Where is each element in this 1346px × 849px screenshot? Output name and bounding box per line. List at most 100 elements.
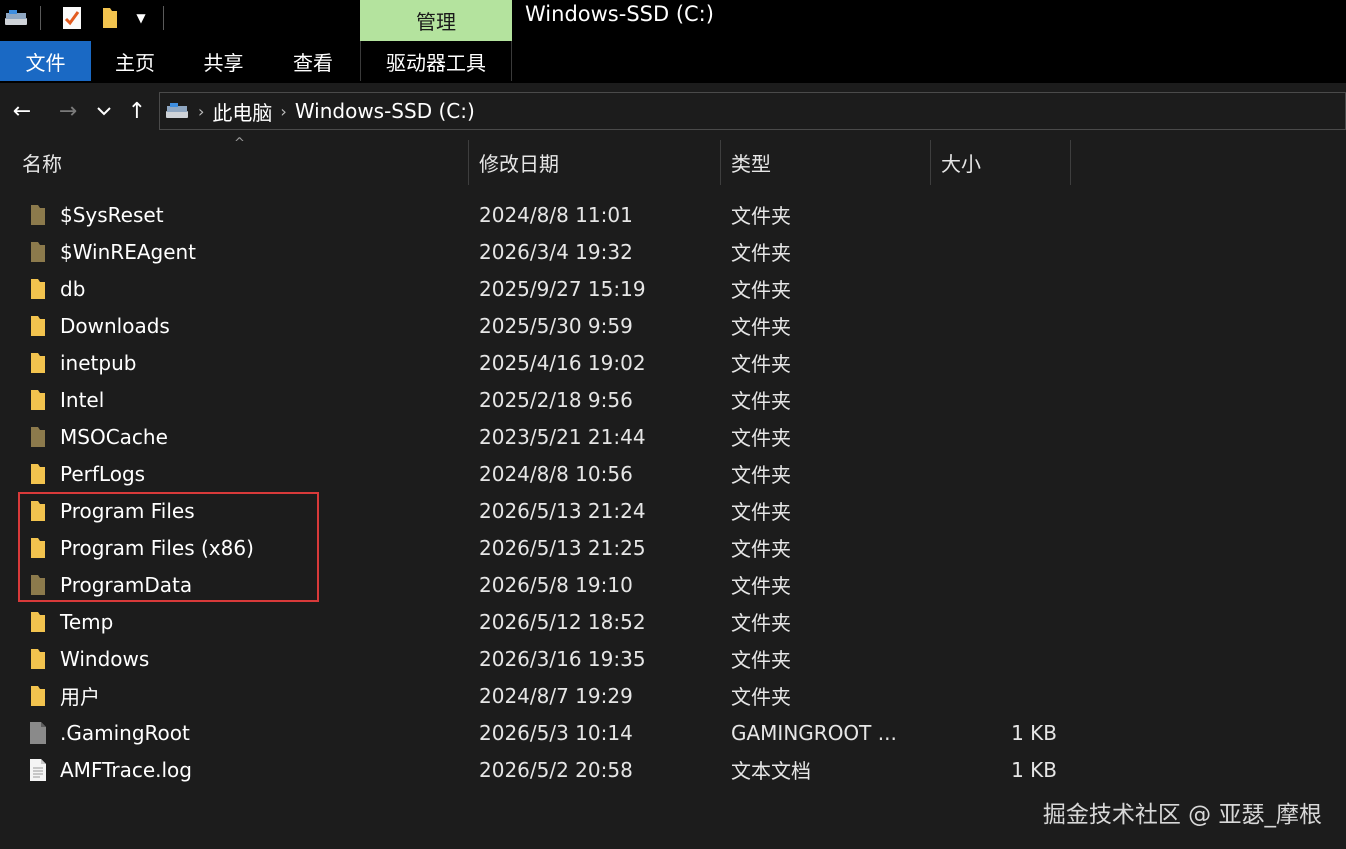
file-type: 文件夹 [731, 426, 791, 450]
tab-manage[interactable]: 管理 [360, 0, 512, 41]
column-header-size[interactable]: 大小 [941, 140, 1069, 185]
chevron-down-icon[interactable]: ▼ [130, 4, 152, 32]
file-modified: 2026/5/8 19:10 [479, 572, 633, 597]
file-size [940, 492, 1057, 529]
column-header-modified[interactable]: 修改日期 [479, 140, 719, 185]
recent-locations-chevron-icon[interactable] [90, 97, 118, 125]
breadcrumb-drive[interactable]: Windows-SSD (C:) [295, 99, 475, 123]
breadcrumb-chevron-icon[interactable]: › [198, 102, 204, 121]
tab-share[interactable]: 共享 [179, 41, 268, 81]
back-arrow-icon[interactable]: ← [8, 97, 36, 125]
column-divider[interactable] [1070, 140, 1071, 185]
file-row[interactable]: MSOCache 2023/5/21 21:44 文件夹 [0, 418, 1346, 455]
file-name[interactable]: Temp [60, 603, 113, 640]
navigation-bar: ← → ↑ › 此电脑 › Windows-SSD (C:) [0, 83, 1346, 139]
folder-icon [26, 307, 50, 344]
file-modified: 2026/5/2 20:58 [479, 757, 633, 782]
folder-icon [26, 270, 50, 307]
file-type: 文件夹 [731, 611, 791, 635]
column-divider[interactable] [468, 140, 469, 185]
file-type: 文件夹 [731, 500, 791, 524]
file-name[interactable]: inetpub [60, 344, 136, 381]
ribbon-tabs: 文件 主页 共享 查看 驱动器工具 [0, 41, 1346, 83]
file-row[interactable]: Downloads 2025/5/30 9:59 文件夹 [0, 307, 1346, 344]
file-type: GAMINGROOT ... [731, 720, 897, 745]
tab-view[interactable]: 查看 [268, 41, 358, 81]
file-row[interactable]: 用户 2024/8/7 19:29 文件夹 [0, 677, 1346, 714]
file-name[interactable]: $SysReset [60, 196, 164, 233]
file-row[interactable]: $WinREAgent 2026/3/4 19:32 文件夹 [0, 233, 1346, 270]
folder-hidden-icon [26, 233, 50, 270]
file-type: 文件夹 [731, 315, 791, 339]
folder-icon [26, 381, 50, 418]
file-modified: 2026/5/13 21:24 [479, 498, 646, 523]
tab-home[interactable]: 主页 [91, 41, 179, 81]
breadcrumb-chevron-icon[interactable]: › [280, 102, 286, 121]
file-modified: 2024/8/8 10:56 [479, 461, 633, 486]
properties-icon[interactable] [58, 4, 86, 32]
file-name[interactable]: Downloads [60, 307, 170, 344]
file-modified: 2025/5/30 9:59 [479, 313, 633, 338]
drive-icon [2, 4, 30, 32]
breadcrumb-this-pc[interactable]: 此电脑 [212, 97, 272, 126]
file-modified: 2024/8/8 11:01 [479, 202, 633, 227]
text-file-icon [26, 751, 50, 788]
file-row[interactable]: Intel 2025/2/18 9:56 文件夹 [0, 381, 1346, 418]
toolbar-separator [40, 6, 41, 30]
file-row[interactable]: .GamingRoot 2026/5/3 10:14 GAMINGROOT ... 1… [0, 714, 1346, 751]
file-name[interactable]: db [60, 270, 85, 307]
folder-icon [26, 677, 50, 714]
file-size [940, 455, 1057, 492]
highlight-box [18, 492, 319, 602]
file-type: 文件夹 [731, 648, 791, 672]
file-size [940, 307, 1057, 344]
file-modified: 2026/5/13 21:25 [479, 535, 646, 560]
file-size [940, 381, 1057, 418]
file-hidden-icon [26, 714, 50, 751]
forward-arrow-icon[interactable]: → [54, 97, 82, 125]
file-modified: 2025/4/16 19:02 [479, 350, 646, 375]
file-size [940, 566, 1057, 603]
up-arrow-icon[interactable]: ↑ [123, 97, 151, 125]
file-type: 文本文档 [731, 759, 811, 783]
file-name[interactable]: MSOCache [60, 418, 168, 455]
file-name[interactable]: AMFTrace.log [60, 751, 192, 788]
column-divider[interactable] [720, 140, 721, 185]
file-row[interactable]: Temp 2026/5/12 18:52 文件夹 [0, 603, 1346, 640]
file-size [940, 233, 1057, 270]
column-header-type[interactable]: 类型 [731, 140, 929, 185]
file-row[interactable]: db 2025/9/27 15:19 文件夹 [0, 270, 1346, 307]
drive-icon [164, 101, 190, 121]
file-type: 文件夹 [731, 352, 791, 376]
file-size [940, 603, 1057, 640]
file-row[interactable]: PerfLogs 2024/8/8 10:56 文件夹 [0, 455, 1346, 492]
file-name[interactable]: PerfLogs [60, 455, 145, 492]
file-size [940, 418, 1057, 455]
tab-file[interactable]: 文件 [0, 41, 91, 81]
file-row[interactable]: Windows 2026/3/16 19:35 文件夹 [0, 640, 1346, 677]
file-name[interactable]: .GamingRoot [60, 714, 190, 751]
file-name[interactable]: $WinREAgent [60, 233, 196, 270]
file-name[interactable]: Windows [60, 640, 149, 677]
file-type: 文件夹 [731, 389, 791, 413]
file-type: 文件夹 [731, 685, 791, 709]
column-divider[interactable] [930, 140, 931, 185]
file-modified: 2023/5/21 21:44 [479, 424, 646, 449]
file-row[interactable]: inetpub 2025/4/16 19:02 文件夹 [0, 344, 1346, 381]
file-size: 1 KB [1011, 757, 1057, 782]
file-size [940, 529, 1057, 566]
window-title: Windows-SSD (C:) [525, 2, 714, 26]
file-row[interactable]: $SysReset 2024/8/8 11:01 文件夹 [0, 196, 1346, 233]
folder-hidden-icon [26, 196, 50, 233]
file-row[interactable]: AMFTrace.log 2026/5/2 20:58 文本文档 1 KB [0, 751, 1346, 788]
new-folder-icon[interactable] [96, 4, 124, 32]
file-type: 文件夹 [731, 574, 791, 598]
file-name[interactable]: Intel [60, 381, 104, 418]
file-type: 文件夹 [731, 463, 791, 487]
file-name[interactable]: 用户 [60, 677, 100, 714]
column-header-name[interactable]: 名称 [22, 140, 468, 185]
file-type: 文件夹 [731, 241, 791, 265]
file-modified: 2024/8/7 19:29 [479, 683, 633, 708]
address-bar[interactable]: › 此电脑 › Windows-SSD (C:) [159, 92, 1346, 130]
tab-drive-tools[interactable]: 驱动器工具 [360, 41, 512, 81]
